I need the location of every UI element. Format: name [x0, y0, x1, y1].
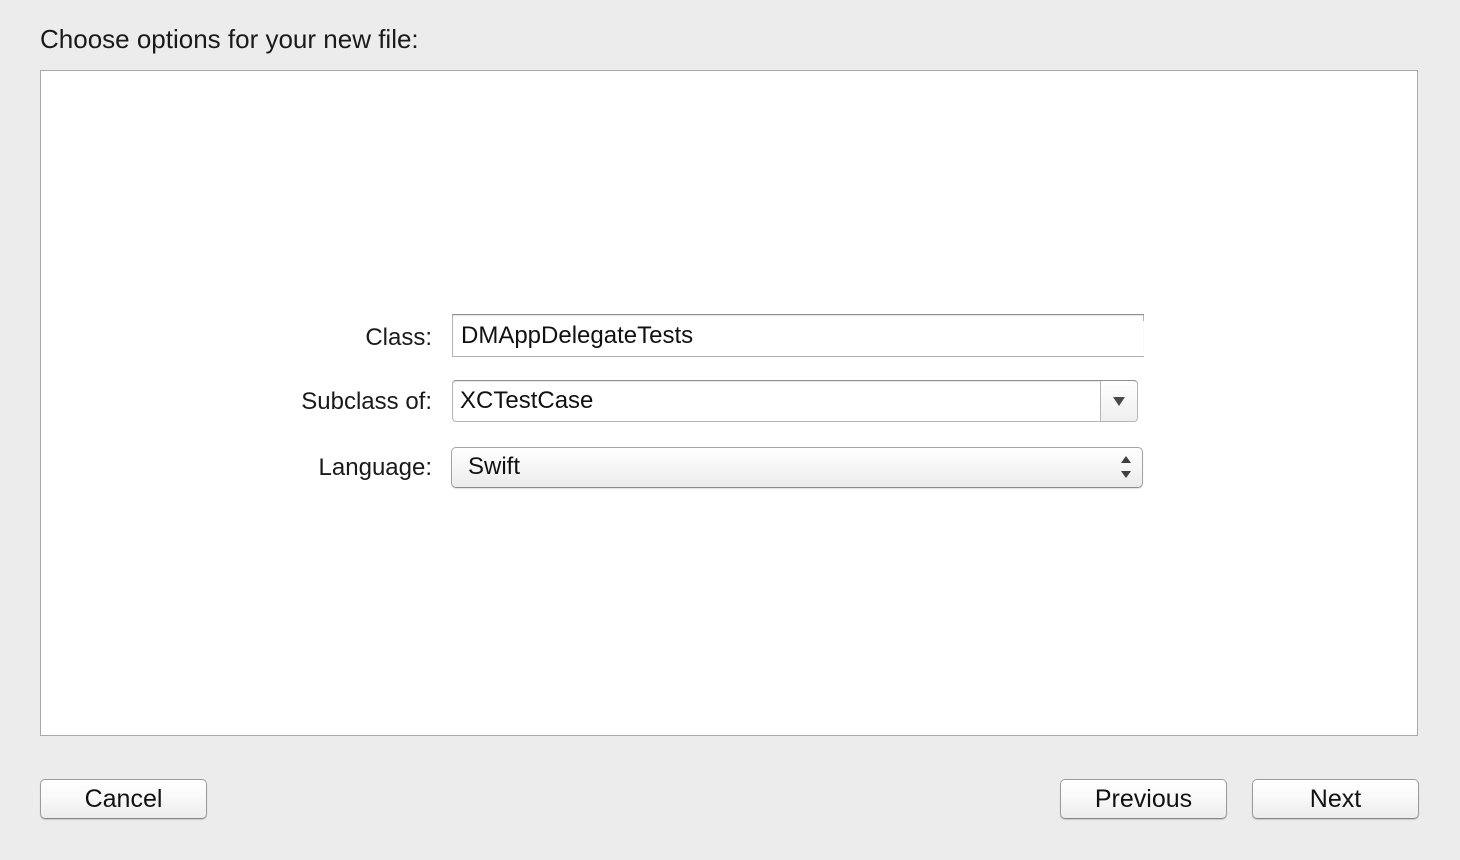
file-options-form: Class: DMAppDelegateTests Subclass of: X…	[41, 71, 1417, 735]
class-label: Class:	[365, 324, 432, 351]
sheet-title: Choose options for your new file:	[40, 24, 419, 54]
next-button[interactable]: Next	[1252, 779, 1419, 819]
previous-button[interactable]: Previous	[1060, 779, 1227, 819]
subclass-label: Subclass of:	[301, 388, 432, 415]
chevron-down-icon	[1113, 396, 1125, 406]
up-down-arrows-icon	[1120, 456, 1132, 478]
language-label: Language:	[318, 454, 432, 481]
options-panel: Class: DMAppDelegateTests Subclass of: X…	[40, 70, 1418, 736]
cancel-button[interactable]: Cancel	[40, 779, 207, 819]
subclass-dropdown-button[interactable]	[1100, 381, 1137, 421]
language-value: Swift	[468, 453, 521, 480]
language-popup-button[interactable]: Swift	[451, 447, 1143, 488]
arrow-down-icon	[1121, 471, 1131, 478]
subclass-combo-box[interactable]: XCTestCase	[452, 380, 1138, 422]
arrow-up-icon	[1121, 456, 1131, 463]
class-name-field[interactable]: DMAppDelegateTests	[452, 314, 1144, 357]
subclass-value[interactable]: XCTestCase	[460, 381, 593, 421]
